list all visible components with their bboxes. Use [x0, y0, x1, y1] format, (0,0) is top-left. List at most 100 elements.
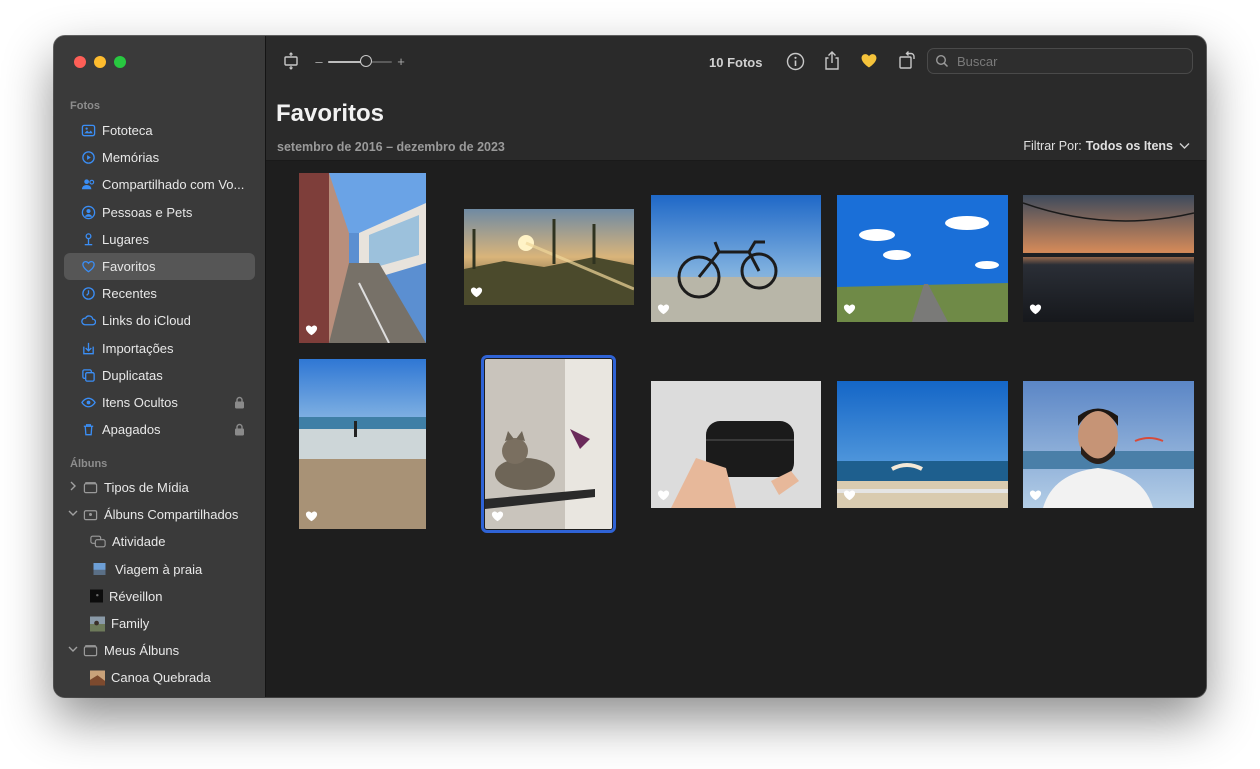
- favorite-heart-icon[interactable]: [860, 52, 878, 69]
- photo-image: [837, 381, 1008, 508]
- album-label: Atividade: [112, 534, 166, 550]
- sidebar-item-label: Compartilhado com Vo...: [102, 177, 245, 193]
- photo-earbuds-case[interactable]: [651, 381, 821, 508]
- search-field[interactable]: [927, 48, 1193, 74]
- shared-with-you-icon: [80, 177, 96, 193]
- share-icon[interactable]: [823, 50, 841, 71]
- photo-beach-shore[interactable]: [299, 359, 426, 529]
- sidebar-nav: Fototeca Memórias Compartilhado com Vo..…: [64, 117, 255, 443]
- photo-paraglider-sea[interactable]: [837, 381, 1008, 508]
- sidebar-item-label: Duplicatas: [102, 367, 163, 383]
- photo-image: [299, 359, 426, 529]
- sidebar-item-apagados[interactable]: Apagados: [64, 416, 255, 443]
- chevron-right-icon[interactable]: [68, 481, 78, 494]
- album-family[interactable]: Family: [64, 610, 255, 637]
- album-thumbnail: [90, 589, 103, 603]
- sidebar-item-itens-ocultos[interactable]: Itens Ocultos: [64, 389, 255, 416]
- sidebar-item-favoritos[interactable]: Favoritos: [64, 252, 255, 281]
- album-label: Réveillon: [109, 588, 163, 604]
- favorite-badge-heart-icon: [470, 287, 483, 298]
- photo-image: [1023, 381, 1194, 508]
- zoom-slider[interactable]: [328, 55, 392, 67]
- photo-image: [837, 195, 1008, 322]
- sidebar-item-memorias[interactable]: Memórias: [64, 144, 255, 171]
- rotate-icon[interactable]: [898, 50, 916, 70]
- zoom-in-button[interactable]: +: [394, 52, 408, 70]
- memories-icon: [80, 150, 96, 166]
- search-input[interactable]: [955, 52, 1179, 70]
- zoom-out-button[interactable]: –: [312, 52, 326, 70]
- album-canoa-quebrada[interactable]: Canoa Quebrada: [64, 664, 255, 691]
- photo-lake-sunset[interactable]: [1023, 195, 1194, 322]
- sidebar-item-importacoes[interactable]: Importações: [64, 335, 255, 362]
- lock-icon: [235, 396, 244, 409]
- photo-sunset-cactus[interactable]: [464, 209, 634, 305]
- album-group-tipos-de-midia[interactable]: Tipos de Mídia: [64, 474, 255, 501]
- photo-library-icon: [80, 123, 96, 139]
- sidebar-item-recentes[interactable]: Recentes: [64, 280, 255, 307]
- sidebar-item-lugares[interactable]: Lugares: [64, 226, 255, 253]
- window-controls: [74, 56, 126, 68]
- photo-road-blue-sky[interactable]: [837, 195, 1008, 322]
- photo-cat-on-shelf[interactable]: [481, 355, 616, 533]
- search-icon: [935, 54, 949, 68]
- heart-icon: [80, 259, 96, 275]
- album-atividade[interactable]: Atividade: [64, 528, 255, 555]
- clock-icon: [80, 286, 96, 302]
- close-window-button[interactable]: [74, 56, 86, 68]
- info-icon[interactable]: [786, 52, 805, 71]
- chevron-down-icon: [1179, 143, 1190, 149]
- shared-album-icon: [82, 507, 98, 523]
- places-pin-icon: [80, 231, 96, 247]
- album-label: Tipos de Mídia: [104, 480, 189, 496]
- sidebar-item-label: Fototeca: [102, 123, 153, 139]
- toolbar: – + 10 Fotos: [266, 36, 1206, 88]
- album-thumbnail: [93, 563, 106, 576]
- sidebar-item-compartilhado[interactable]: Compartilhado com Vo...: [64, 171, 255, 198]
- favorite-badge-heart-icon: [1029, 490, 1042, 501]
- sidebar-item-label: Pessoas e Pets: [102, 204, 193, 220]
- zoom-slider-knob[interactable]: [360, 55, 373, 67]
- album-label: Canoa Quebrada: [111, 670, 211, 686]
- favorite-badge-heart-icon: [1029, 304, 1042, 315]
- album-group-meus-albuns[interactable]: Meus Álbuns: [64, 637, 255, 664]
- album-viagem-a-praia[interactable]: Viagem à praia: [64, 556, 255, 583]
- sidebar-item-pessoas[interactable]: Pessoas e Pets: [64, 199, 255, 226]
- favorite-badge-heart-icon: [305, 325, 318, 336]
- duplicates-icon: [80, 367, 96, 383]
- favorite-badge-heart-icon: [305, 511, 318, 522]
- photo-image: [464, 209, 634, 305]
- photo-image: [651, 381, 821, 508]
- photo-street-colonial-houses[interactable]: [299, 173, 426, 343]
- album-label: Álbuns Compartilhados: [104, 507, 239, 523]
- chevron-down-icon[interactable]: [68, 645, 78, 656]
- filter-value: Todos os Itens: [1085, 139, 1173, 153]
- sidebar-item-label: Lugares: [102, 231, 149, 247]
- sidebar-item-fototeca[interactable]: Fototeca: [64, 117, 255, 144]
- sidebar-item-label: Itens Ocultos: [102, 394, 178, 410]
- sidebar-item-duplicatas[interactable]: Duplicatas: [64, 362, 255, 389]
- photo-count: 10 Fotos: [709, 55, 763, 70]
- cloud-link-icon: [80, 313, 96, 329]
- aspect-ratio-toggle-icon[interactable]: [282, 52, 300, 70]
- album-reveillon[interactable]: Réveillon: [64, 583, 255, 610]
- chevron-down-icon[interactable]: [68, 509, 78, 520]
- photo-selfie-beach[interactable]: [1023, 381, 1194, 508]
- sidebar-item-label: Recentes: [102, 286, 157, 302]
- import-icon: [80, 340, 96, 356]
- album-group-compartilhados[interactable]: Álbuns Compartilhados: [64, 501, 255, 528]
- favorite-badge-heart-icon: [657, 490, 670, 501]
- sidebar-item-links-icloud[interactable]: Links do iCloud: [64, 307, 255, 334]
- favorite-badge-heart-icon: [843, 490, 856, 501]
- content-header: Favoritos setembro de 2016 – dezembro de…: [266, 88, 1206, 161]
- filter-dropdown[interactable]: Filtrar Por: Todos os Itens: [1023, 139, 1190, 153]
- photo-bicycle-beach[interactable]: [651, 195, 821, 322]
- maximize-window-button[interactable]: [114, 56, 126, 68]
- photos-app-window: Fotos Fototeca Memórias Compartilhado co…: [54, 36, 1206, 697]
- minimize-window-button[interactable]: [94, 56, 106, 68]
- album-thumbnail: [90, 670, 105, 686]
- album-label: Viagem à praia: [115, 561, 203, 577]
- page-title: Favoritos: [276, 100, 385, 127]
- album-label: Meus Álbuns: [104, 643, 180, 659]
- photo-image: [299, 173, 426, 343]
